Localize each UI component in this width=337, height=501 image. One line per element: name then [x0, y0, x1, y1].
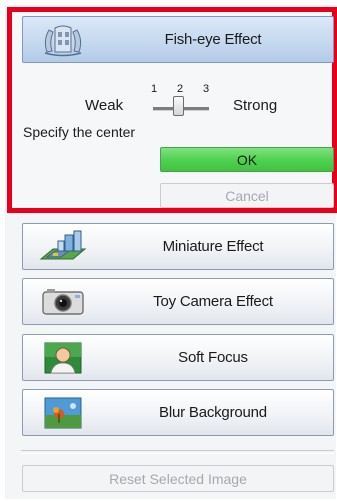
blur-background-button[interactable]: Blur Background: [22, 389, 334, 436]
fish-eye-effect-label: Fish-eye Effect: [164, 31, 262, 48]
miniature-city-icon: [39, 229, 87, 265]
toy-camera-effect-button[interactable]: Toy Camera Effect: [22, 278, 334, 325]
fish-eye-icon: [39, 22, 87, 58]
portrait-icon: [39, 340, 87, 376]
blur-background-label: Blur Background: [159, 404, 267, 421]
slider-tick-1: 1: [151, 83, 158, 95]
toy-camera-icon: [39, 284, 87, 320]
miniature-effect-button[interactable]: Miniature Effect: [22, 223, 334, 270]
slider-tick-3: 3: [203, 83, 210, 95]
miniature-effect-label: Miniature Effect: [162, 238, 264, 255]
strength-slider-row: Weak 1 2 3 Strong: [77, 83, 297, 127]
soft-focus-label: Soft Focus: [178, 349, 248, 366]
ok-button[interactable]: OK: [160, 147, 334, 172]
landscape-icon: [39, 395, 87, 431]
weak-label: Weak: [85, 97, 124, 114]
slider-tick-2: 2: [177, 83, 184, 95]
fish-eye-effect-button[interactable]: Fish-eye Effect: [22, 16, 334, 63]
toy-camera-effect-label: Toy Camera Effect: [153, 293, 273, 310]
reset-selected-image-button[interactable]: Reset Selected Image: [22, 465, 334, 492]
strong-label: Strong: [233, 97, 278, 114]
cancel-button[interactable]: Cancel: [160, 183, 334, 208]
slider-thumb[interactable]: [173, 96, 184, 116]
specify-center-label: Specify the center: [23, 124, 136, 140]
divider: [21, 450, 334, 454]
effects-panel: Fish-eye Effect Weak 1 2 3 Strong Specif…: [5, 5, 337, 499]
soft-focus-button[interactable]: Soft Focus: [22, 334, 334, 381]
